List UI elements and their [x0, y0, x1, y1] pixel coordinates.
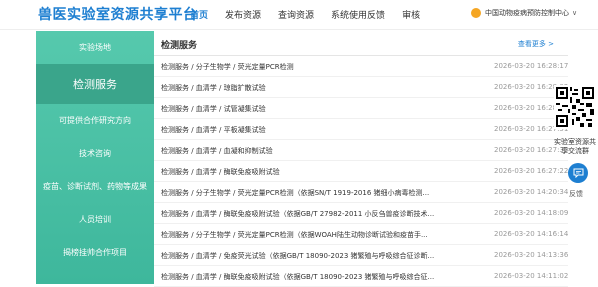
sidebar-item-testing-service[interactable]: 检测服务: [36, 64, 154, 104]
resource-row[interactable]: 检测服务 / 血清学 / 酶联免疫吸附试验 2026-03-20 16:27:22: [154, 161, 568, 182]
user-avatar-icon: [471, 8, 481, 18]
view-more-link[interactable]: 查看更多 >: [518, 39, 554, 49]
qr-code-icon: [554, 85, 596, 129]
top-header: 兽医实验室资源共享平台 首页 发布资源 查询资源 系统使用反馈 审核 中国动物疫…: [0, 0, 598, 30]
resource-list: 检测服务 / 分子生物学 / 荧光定量PCR检测 2026-03-20 16:28…: [154, 56, 568, 287]
resource-row[interactable]: 检测服务 / 血清学 / 血凝和抑制试验 2026-03-20 16:27:30: [154, 140, 568, 161]
resource-title[interactable]: 检测服务 / 分子生物学 / 荧光定量PCR检测（依据SN/T 1919-201…: [161, 188, 471, 198]
resource-title[interactable]: 检测服务 / 血清学 / 酶联免疫吸附试验: [161, 167, 471, 177]
chevron-down-icon: ∨: [572, 9, 578, 17]
resource-row[interactable]: 检测服务 / 血清学 / 平板凝集试验 2026-03-20 16:27:51: [154, 119, 568, 140]
resource-row[interactable]: 检测服务 / 血清学 / 试管凝集试验 2026-03-20 16:28:01: [154, 98, 568, 119]
resource-title[interactable]: 检测服务 / 分子生物学 / 荧光定量PCR检测: [161, 62, 471, 72]
nav-query-resource[interactable]: 查询资源: [278, 8, 314, 21]
resource-title[interactable]: 检测服务 / 血清学 / 酶联免疫吸附试验（依据GB/T 18090-2023 …: [161, 272, 471, 282]
nav-review[interactable]: 审核: [402, 8, 420, 21]
sidebar-item-research-direction[interactable]: 可提供合作研究方向: [36, 104, 154, 137]
resource-date: 2026-03-20 14:20:34: [494, 188, 569, 196]
feedback-button[interactable]: [568, 163, 588, 183]
resource-row[interactable]: 检测服务 / 分子生物学 / 荧光定量PCR检测 2026-03-20 16:28…: [154, 56, 568, 77]
resource-date: 2026-03-20 14:13:36: [494, 251, 569, 259]
panel-title: 检测服务: [161, 41, 198, 51]
resource-row[interactable]: 检测服务 / 分子生物学 / 荧光定量PCR检测（依据SN/T 1919-201…: [154, 182, 568, 203]
nav-feedback[interactable]: 系统使用反馈: [331, 8, 385, 21]
resource-title[interactable]: 检测服务 / 血清学 / 试管凝集试验: [161, 104, 471, 114]
resource-row[interactable]: 检测服务 / 血清学 / 琼脂扩散试验 2026-03-20 16:28:02: [154, 77, 568, 98]
site-logo[interactable]: 兽医实验室资源共享平台: [38, 4, 198, 24]
resource-row[interactable]: 检测服务 / 血清学 / 酶联免疫吸附试验（依据GB/T 27982-2011 …: [154, 203, 568, 224]
resource-title[interactable]: 检测服务 / 血清学 / 免疫荧光试验（依据GB/T 18090-2023 猪繁…: [161, 251, 471, 261]
resource-title[interactable]: 检测服务 / 分子生物学 / 荧光定量PCR检测（依据WOAH陆生动物诊断试验和…: [161, 230, 471, 240]
resource-date: 2026-03-20 14:18:09: [494, 209, 569, 217]
sidebar-item-lab-space[interactable]: 实验场地: [36, 31, 154, 64]
resource-date: 2026-03-20 16:28:17: [494, 62, 569, 70]
feedback-label: 反馈: [569, 190, 583, 198]
panel-header: 检测服务 查看更多 >: [154, 31, 568, 56]
resource-title[interactable]: 检测服务 / 血清学 / 血凝和抑制试验: [161, 146, 471, 156]
category-sidebar: 实验场地 检测服务 可提供合作研究方向 技术咨询 疫苗、诊断试剂、药物等成果 人…: [36, 31, 154, 284]
nav-home[interactable]: 首页: [190, 8, 208, 21]
resource-list-panel: 检测服务 查看更多 > 检测服务 / 分子生物学 / 荧光定量PCR检测 2026…: [154, 31, 568, 287]
resource-date: 2026-03-20 14:11:02: [494, 272, 569, 280]
user-menu[interactable]: 中国动物疫病预防控制中心 ∨: [471, 8, 577, 18]
qr-code-label: 实验室资源共享交流群: [554, 138, 596, 155]
resource-title[interactable]: 检测服务 / 血清学 / 平板凝集试验: [161, 125, 471, 135]
sidebar-item-cooperation-project[interactable]: 揭榜挂帅合作项目: [36, 236, 154, 269]
chat-bubble-icon: [573, 168, 583, 178]
resource-row[interactable]: 检测服务 / 分子生物学 / 荧光定量PCR检测（依据WOAH陆生动物诊断试验和…: [154, 224, 568, 245]
resource-row[interactable]: 检测服务 / 血清学 / 免疫荧光试验（依据GB/T 18090-2023 猪繁…: [154, 245, 568, 266]
user-org-name: 中国动物疫病预防控制中心: [485, 9, 569, 17]
nav-publish-resource[interactable]: 发布资源: [225, 8, 261, 21]
resource-date: 2026-03-20 16:27:22: [494, 167, 569, 175]
main-nav: 首页 发布资源 查询资源 系统使用反馈 审核: [190, 8, 437, 21]
sidebar-item-training[interactable]: 人员培训: [36, 203, 154, 236]
sidebar-item-tech-consulting[interactable]: 技术咨询: [36, 137, 154, 170]
sidebar-item-achievements[interactable]: 疫苗、诊断试剂、药物等成果: [36, 170, 154, 203]
resource-title[interactable]: 检测服务 / 血清学 / 琼脂扩散试验: [161, 83, 471, 93]
resource-title[interactable]: 检测服务 / 血清学 / 酶联免疫吸附试验（依据GB/T 27982-2011 …: [161, 209, 471, 219]
resource-date: 2026-03-20 14:16:14: [494, 230, 569, 238]
